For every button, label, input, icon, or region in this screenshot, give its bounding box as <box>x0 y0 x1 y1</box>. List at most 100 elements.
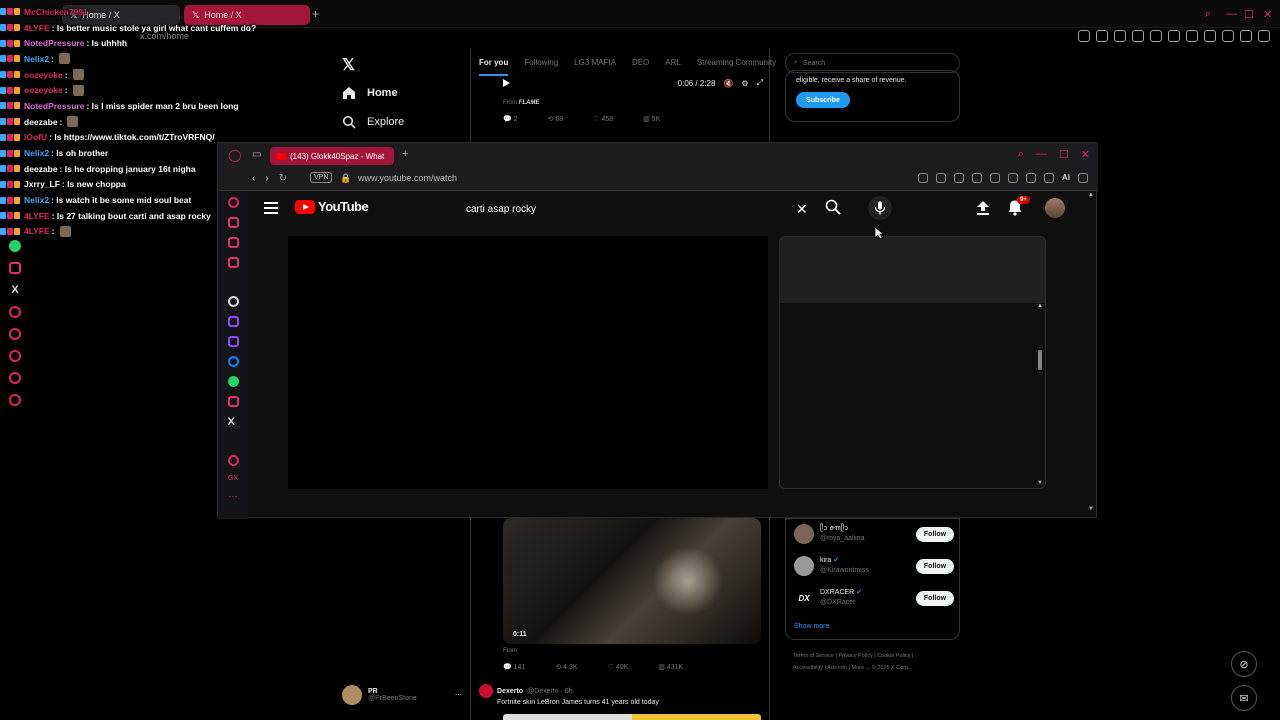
nav-explore[interactable]: Explore <box>342 115 404 129</box>
lock-icon[interactable]: 🔒 <box>340 173 351 184</box>
follow-button[interactable]: Follow <box>916 526 954 542</box>
page-scroll-down-icon[interactable]: ▼ <box>1088 506 1094 512</box>
panel-scrollbar[interactable] <box>1038 350 1042 370</box>
maximize-button[interactable]: ☐ <box>1059 148 1069 161</box>
avatar[interactable] <box>794 556 814 576</box>
chatgpt-icon[interactable] <box>227 296 239 307</box>
clear-search-icon[interactable]: ✕ <box>796 201 808 218</box>
x-icon[interactable]: X <box>228 416 239 428</box>
chat-username[interactable]: Nelix2 <box>24 148 49 158</box>
back-icon[interactable]: ‹ <box>252 173 255 184</box>
chat-username[interactable]: deezabe <box>24 164 58 174</box>
ai-icon[interactable] <box>1240 30 1252 42</box>
repost-button[interactable]: ⟲ 4.3K <box>555 663 577 671</box>
views-button[interactable]: ▥ 431K <box>658 663 683 671</box>
whatsapp-icon[interactable] <box>227 376 239 387</box>
chat-username[interactable]: 4LYFE <box>24 211 50 221</box>
follow-button[interactable]: Follow <box>916 558 954 574</box>
wallet-icon[interactable] <box>1026 173 1036 183</box>
whatsapp-icon[interactable] <box>9 240 21 252</box>
twitch-alt-icon[interactable] <box>227 336 239 347</box>
subscribe-button[interactable]: Subscribe <box>796 92 850 108</box>
chat-username[interactable]: lOofU <box>24 132 47 142</box>
avatar[interactable] <box>1045 198 1065 218</box>
games-icon[interactable] <box>227 455 239 466</box>
messenger-icon[interactable] <box>227 356 239 367</box>
follow-suggestion[interactable]: kira ✔ @Kirawontmiss Follow <box>794 554 954 578</box>
x-logo-icon[interactable]: 𝕏 <box>342 55 355 75</box>
avatar[interactable] <box>794 524 814 544</box>
feed-video-2[interactable]: 0:11 <box>503 518 761 644</box>
reply-button[interactable]: 💬 141 <box>503 663 525 671</box>
chat-username[interactable]: Jxrry_LF <box>24 179 60 189</box>
download-icon[interactable] <box>1222 30 1234 42</box>
fullscreen-icon[interactable]: ⤢ <box>757 78 763 88</box>
menu-icon[interactable] <box>1078 173 1088 183</box>
chat-username[interactable]: 4LYFE <box>24 23 50 33</box>
page-scroll-up-icon[interactable]: ▲ <box>1088 192 1094 198</box>
chat-username[interactable]: Nelix2 <box>24 54 49 64</box>
twitch-icon[interactable] <box>227 316 239 327</box>
pin-icon[interactable] <box>1096 30 1108 42</box>
follow-suggestion[interactable]: DX DXRACER ✔ @DXRacer Follow <box>794 586 954 610</box>
like-button[interactable]: ♡ 458 <box>593 115 613 123</box>
extensions-icon[interactable] <box>1008 173 1018 183</box>
new-tab-button[interactable]: + <box>402 148 408 160</box>
music-icon[interactable] <box>9 306 21 318</box>
extensions-icon[interactable] <box>9 372 21 384</box>
reply-button[interactable]: 💬 2 <box>503 115 518 123</box>
vpn-badge[interactable]: VPN <box>310 172 333 183</box>
search-tabs-icon[interactable]: ⌕ <box>1205 8 1211 21</box>
maximize-button[interactable]: ☐ <box>1244 8 1254 21</box>
source-name[interactable]: FLAME <box>519 100 540 106</box>
heart-icon[interactable] <box>1168 30 1180 42</box>
scroll-down-icon[interactable]: ▼ <box>1037 480 1043 486</box>
like-button[interactable]: ♡ 40K <box>608 663 629 671</box>
search-tabs-icon[interactable]: ⌕ <box>1018 148 1024 161</box>
dxracer-logo-icon[interactable]: DX <box>794 588 814 608</box>
tab-arl[interactable]: ARL <box>665 48 681 76</box>
chat-username[interactable]: NotedPressure <box>24 38 84 48</box>
tab-following[interactable]: Following <box>524 48 558 76</box>
shield-icon[interactable] <box>954 173 964 183</box>
nav-home[interactable]: Home <box>342 86 398 100</box>
new-tab-button[interactable]: + <box>312 7 319 21</box>
hamburger-icon[interactable] <box>264 202 278 214</box>
twitch-icon[interactable] <box>227 257 239 268</box>
avatar[interactable] <box>479 684 493 698</box>
settings-icon[interactable]: ⚙ <box>741 79 748 88</box>
zoom-icon[interactable] <box>1078 30 1090 42</box>
views-button[interactable]: ▥ 5K <box>643 115 660 123</box>
footer-more[interactable]: More ... <box>852 665 871 671</box>
chat-username[interactable]: 4LYFE <box>24 226 50 236</box>
footer-cookie[interactable]: Cookie Policy <box>877 653 910 659</box>
mic-button[interactable] <box>868 196 892 220</box>
reload-icon[interactable]: ↻ <box>279 173 287 184</box>
post-media[interactable] <box>503 714 761 720</box>
youtube-tab[interactable]: (143) Glokk40Spaz - What <box>270 147 394 165</box>
follow-suggestion[interactable]: ᥫᩣ ꪮ꧑ᥫᩣ @mya_aaliina Follow <box>794 522 954 546</box>
footer-privacy[interactable]: Privacy Policy <box>838 653 872 659</box>
grok-icon[interactable]: ⊘ <box>1231 651 1257 677</box>
tab-streaming-community[interactable]: Streaming Community <box>697 48 776 76</box>
show-more-link[interactable]: Show more <box>794 623 829 630</box>
url-field[interactable]: www.youtube.com/watch <box>358 173 457 183</box>
chat-username[interactable]: McChicken7991 <box>24 7 88 17</box>
pin-icon[interactable] <box>918 173 928 183</box>
snapshot-icon[interactable] <box>1114 30 1126 42</box>
gx-icon[interactable]: GX <box>228 475 238 482</box>
tab-lg3-mafia[interactable]: LG3 MAFIA <box>574 48 616 76</box>
wallet-icon[interactable] <box>1204 30 1216 42</box>
follow-button[interactable]: Follow <box>916 590 954 606</box>
youtube-logo[interactable]: YouTube <box>295 199 369 214</box>
instagram-icon[interactable] <box>227 396 239 407</box>
tab-for-you[interactable]: For you <box>479 48 509 76</box>
scroll-up-icon[interactable]: ▲ <box>1037 303 1043 309</box>
extensions-icon[interactable] <box>1186 30 1198 42</box>
upload-icon[interactable] <box>976 200 990 216</box>
mute-icon[interactable]: 🔇 <box>723 79 733 88</box>
settings-icon[interactable] <box>9 394 21 406</box>
shield-icon[interactable] <box>1132 30 1144 42</box>
play-icon[interactable] <box>972 173 982 183</box>
instagram-icon[interactable] <box>9 262 21 274</box>
